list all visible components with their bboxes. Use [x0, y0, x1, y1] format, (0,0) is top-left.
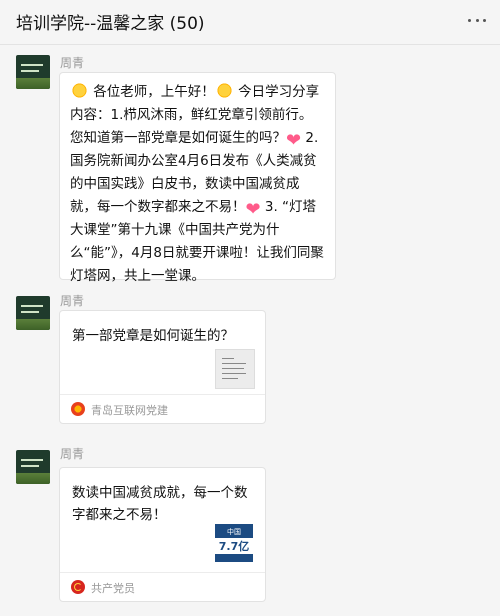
card-footer: 共产党员 — [60, 572, 265, 601]
sender-name: 周青 — [60, 56, 85, 70]
message-text: 各位老师，上午好！ 今日学习分享内容：1.栉风沐雨，鲜红党章引领前行。您知道第一… — [60, 73, 335, 296]
message-bubble[interactable]: 各位老师，上午好！ 今日学习分享内容：1.栉风沐雨，鲜红党章引领前行。您知道第一… — [59, 72, 336, 284]
message-text-segment: 各位老师，上午好！ — [89, 84, 215, 100]
party-building-logo-icon — [71, 402, 85, 416]
heart-icon: ❤ — [286, 130, 302, 151]
party-emblem-icon — [71, 580, 85, 594]
card-title: 第一部党章是如何诞生的？ — [72, 328, 234, 344]
card-footer: 青岛互联网党建 — [60, 394, 265, 423]
sun-icon — [70, 81, 89, 100]
thumb-top-text: 中国 — [227, 528, 241, 536]
chat-title: 培训学院--温馨之家 (50) — [16, 14, 205, 34]
heart-icon: ❤ — [245, 199, 261, 220]
link-card[interactable]: 数读中国减贫成就，每一个数字都来之不易！ 中国 7.7亿 共产党员 — [59, 467, 266, 602]
avatar[interactable] — [16, 296, 50, 330]
avatar[interactable] — [16, 55, 50, 89]
card-title: 数读中国减贫成就，每一个数字都来之不易！ — [72, 485, 248, 523]
sender-name: 周青 — [60, 447, 85, 461]
source-name: 共产党员 — [91, 582, 135, 595]
link-card[interactable]: 第一部党章是如何诞生的？ 青岛互联网党建 — [59, 310, 266, 424]
more-options-icon[interactable] — [468, 19, 486, 23]
document-thumbnail — [215, 349, 255, 389]
sender-name: 周青 — [60, 294, 85, 308]
sun-icon — [214, 81, 234, 100]
poverty-stats-thumbnail: 中国 7.7亿 — [215, 524, 253, 562]
thumb-number: 7.7亿 — [215, 538, 253, 554]
source-name: 青岛互联网党建 — [91, 404, 168, 417]
avatar[interactable] — [16, 450, 50, 484]
chat-title-bar: 培训学院--温馨之家 (50) — [0, 0, 500, 45]
